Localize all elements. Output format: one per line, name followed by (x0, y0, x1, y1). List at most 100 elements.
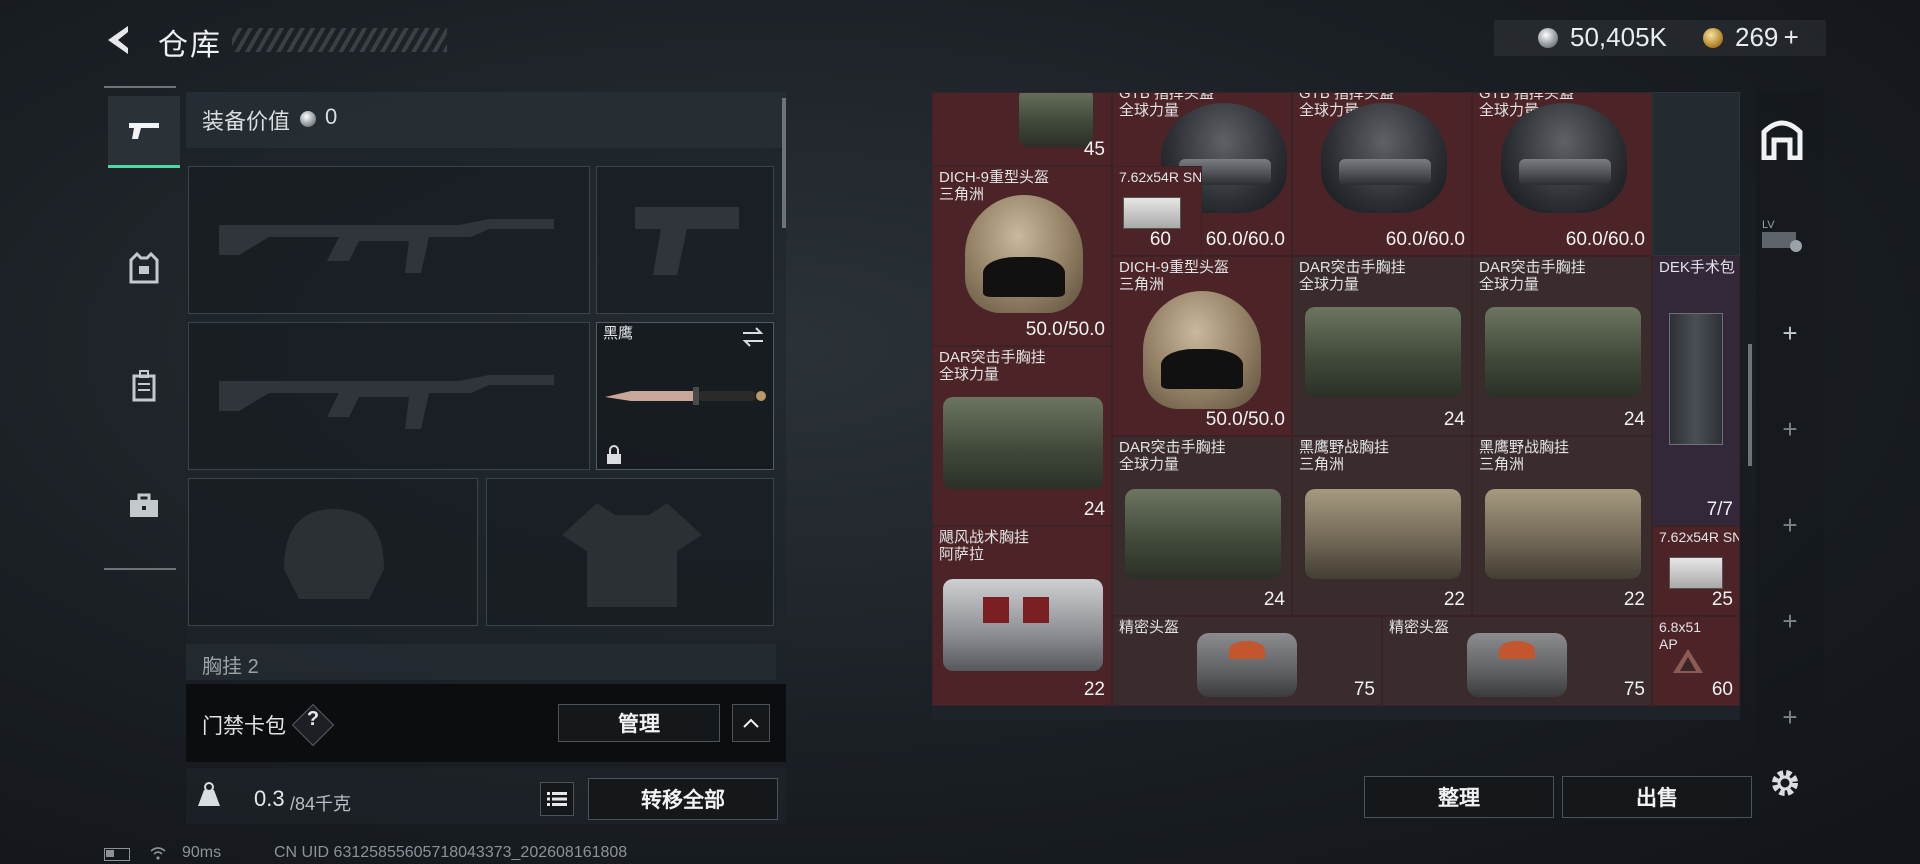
primary-weapon-slot[interactable] (188, 166, 590, 314)
ammo-tier-icon (1673, 649, 1703, 673)
inventory-item[interactable]: DAR突击手胸挂 全球力量 24 (1472, 256, 1652, 436)
gear-icon (1772, 770, 1798, 796)
list-icon (547, 792, 567, 806)
tab-armor[interactable] (108, 232, 180, 304)
user-uid: CN UID 6312585560571804337​3_20260816180… (274, 844, 628, 861)
chest-rig-title: 胸挂 (202, 656, 242, 678)
item-name: DAR突击手胸挂 全球力量 (1479, 259, 1586, 293)
silver-coin-icon (1538, 28, 1558, 48)
armor-vest-icon (129, 252, 159, 284)
item-capacity: 24 (1623, 409, 1645, 430)
add-storage-button[interactable]: + (1772, 414, 1808, 445)
manage-button[interactable]: 管理 (558, 704, 720, 742)
inventory-item[interactable]: DAR突击手胸挂 全球力量 24 (932, 346, 1112, 526)
inventory-item[interactable]: 精密头盔 75 (1382, 616, 1652, 706)
inventory-grid: 45 GTB 指挥头盔 全球力量 60.0/60.0 GTB 指挥头盔 全球力量 6… (932, 92, 1740, 720)
backpack-icon (132, 370, 156, 402)
settings-button[interactable] (1768, 766, 1802, 800)
item-name: 黑鹰野战胸挂 三角洲 (1299, 439, 1390, 473)
list-view-button[interactable] (540, 782, 574, 816)
item-name: 7.62x54R SNB (1119, 169, 1202, 185)
help-icon: ? (306, 708, 320, 730)
gold-currency-value[interactable]: 269 + (1735, 22, 1799, 53)
inventory-item[interactable]: 黑鹰野战胸挂 三角洲 22 (1472, 436, 1652, 616)
inventory-item[interactable]: 7.62x54R SNB 60 (1112, 166, 1202, 256)
pistol-slot[interactable] (596, 166, 774, 314)
silver-coin-icon (300, 111, 316, 127)
chest-rig-slot[interactable] (186, 644, 776, 680)
item-name: 飓风战术胸挂 阿萨拉 (939, 529, 1030, 563)
item-name: DAR突击手胸挂 全球力量 (939, 349, 1046, 383)
chest-rig-label: 胸挂 2 (202, 650, 259, 679)
item-name: DEK手术包 (1659, 259, 1735, 276)
warehouse-icon (1761, 120, 1803, 161)
inventory-item[interactable]: 飓风战术胸挂 阿萨拉 22 (932, 526, 1112, 706)
inventory-item[interactable]: 黑鹰野战胸挂 三角洲 22 (1292, 436, 1472, 616)
item-durability: 75 (1353, 679, 1375, 700)
inventory-item[interactable]: GTB 指挥头盔 全球力量 60.0/60.0 (1292, 92, 1472, 256)
gold-coin-icon (1703, 28, 1723, 48)
item-durability: 50.0/50.0 (1205, 409, 1285, 430)
back-button[interactable] (100, 20, 140, 60)
melee-slot[interactable]: 黑鹰 (596, 322, 774, 470)
item-durability: 60.0/60.0 (1565, 229, 1645, 250)
equipment-value: 0 (325, 104, 338, 129)
item-count: 60 (1711, 679, 1733, 700)
item-value: 45 (1083, 139, 1105, 160)
expand-button[interactable] (732, 704, 770, 742)
lock-icon (607, 445, 621, 464)
back-arrow-icon (108, 26, 128, 54)
item-count: 60 (1149, 229, 1171, 250)
equipment-value-label: 装备价值 (202, 109, 291, 134)
tab-case[interactable] (108, 470, 180, 542)
inventory-item[interactable]: DAR突击手胸挂 全球力量 24 (1292, 256, 1472, 436)
level-up-icon: LV (1762, 219, 1802, 252)
add-storage-button[interactable]: + (1772, 702, 1808, 733)
add-storage-button[interactable]: + (1772, 606, 1808, 637)
inventory-item[interactable]: 精密头盔 75 (1112, 616, 1382, 706)
inventory-item[interactable]: DEK手术包 7/7 (1652, 256, 1740, 526)
tab-weapons[interactable] (108, 96, 180, 168)
swap-icon[interactable] (741, 327, 765, 347)
body-armor-slot[interactable] (486, 478, 774, 626)
melee-item-name: 黑鹰 (603, 325, 634, 342)
weight-current: 0.3 (254, 786, 285, 811)
wifi-icon (150, 847, 166, 860)
item-name: 7.62x54R SNB (1659, 529, 1739, 545)
item-name: DAR突击手胸挂 全球力量 (1119, 439, 1226, 473)
title-decoration (232, 28, 447, 52)
secondary-weapon-slot[interactable] (188, 322, 590, 470)
keycard-label: 门禁卡包 (202, 715, 286, 738)
add-storage-button[interactable]: + (1772, 510, 1808, 541)
inventory-item[interactable]: DICH-9重型头盔 三角洲 50.0/50.0 (1112, 256, 1292, 436)
empty-cell[interactable] (1652, 92, 1740, 256)
tab-backpack[interactable] (108, 350, 180, 422)
sell-button[interactable]: 出售 (1562, 776, 1752, 818)
item-durability: 50.0/50.0 (1025, 319, 1105, 340)
page-title: 仓库 (158, 29, 222, 62)
inventory-item[interactable]: 45 (932, 92, 1112, 166)
helmet-silhouette-icon (284, 509, 384, 599)
item-capacity: 24 (1263, 589, 1285, 610)
inventory-item[interactable]: 7.62x54R SNB 25 (1652, 526, 1740, 616)
briefcase-icon (130, 493, 158, 517)
item-capacity: 22 (1443, 589, 1465, 610)
rifle-silhouette-icon (219, 219, 554, 273)
add-storage-button[interactable]: + (1772, 318, 1808, 349)
item-durability: 60.0/60.0 (1205, 229, 1285, 250)
inventory-item[interactable]: DICH-9重型头盔 三角洲 50.0/50.0 (932, 166, 1112, 346)
item-capacity: 24 (1443, 409, 1465, 430)
storage-tab-expand[interactable]: LV (1760, 214, 1804, 254)
storage-tab-main[interactable] (1760, 116, 1810, 166)
inventory-item[interactable]: DAR突击手胸挂 全球力量 24 (1112, 436, 1292, 616)
helmet-slot[interactable] (188, 478, 478, 626)
inventory-scrollbar[interactable] (1748, 344, 1752, 466)
item-name: 精密头盔 (1119, 619, 1180, 636)
transfer-all-button[interactable]: 转移全部 (588, 778, 778, 820)
sort-button[interactable]: 整理 (1364, 776, 1554, 818)
inventory-item[interactable]: GTB 指挥头盔 全球力量 60.0/60.0 (1472, 92, 1652, 256)
silver-currency-value: 50,405K (1570, 22, 1667, 52)
rifle-silhouette-icon (219, 375, 554, 429)
inventory-item[interactable]: 6.8x51 AP 60 (1652, 616, 1740, 706)
equipment-scrollbar[interactable] (782, 98, 786, 228)
